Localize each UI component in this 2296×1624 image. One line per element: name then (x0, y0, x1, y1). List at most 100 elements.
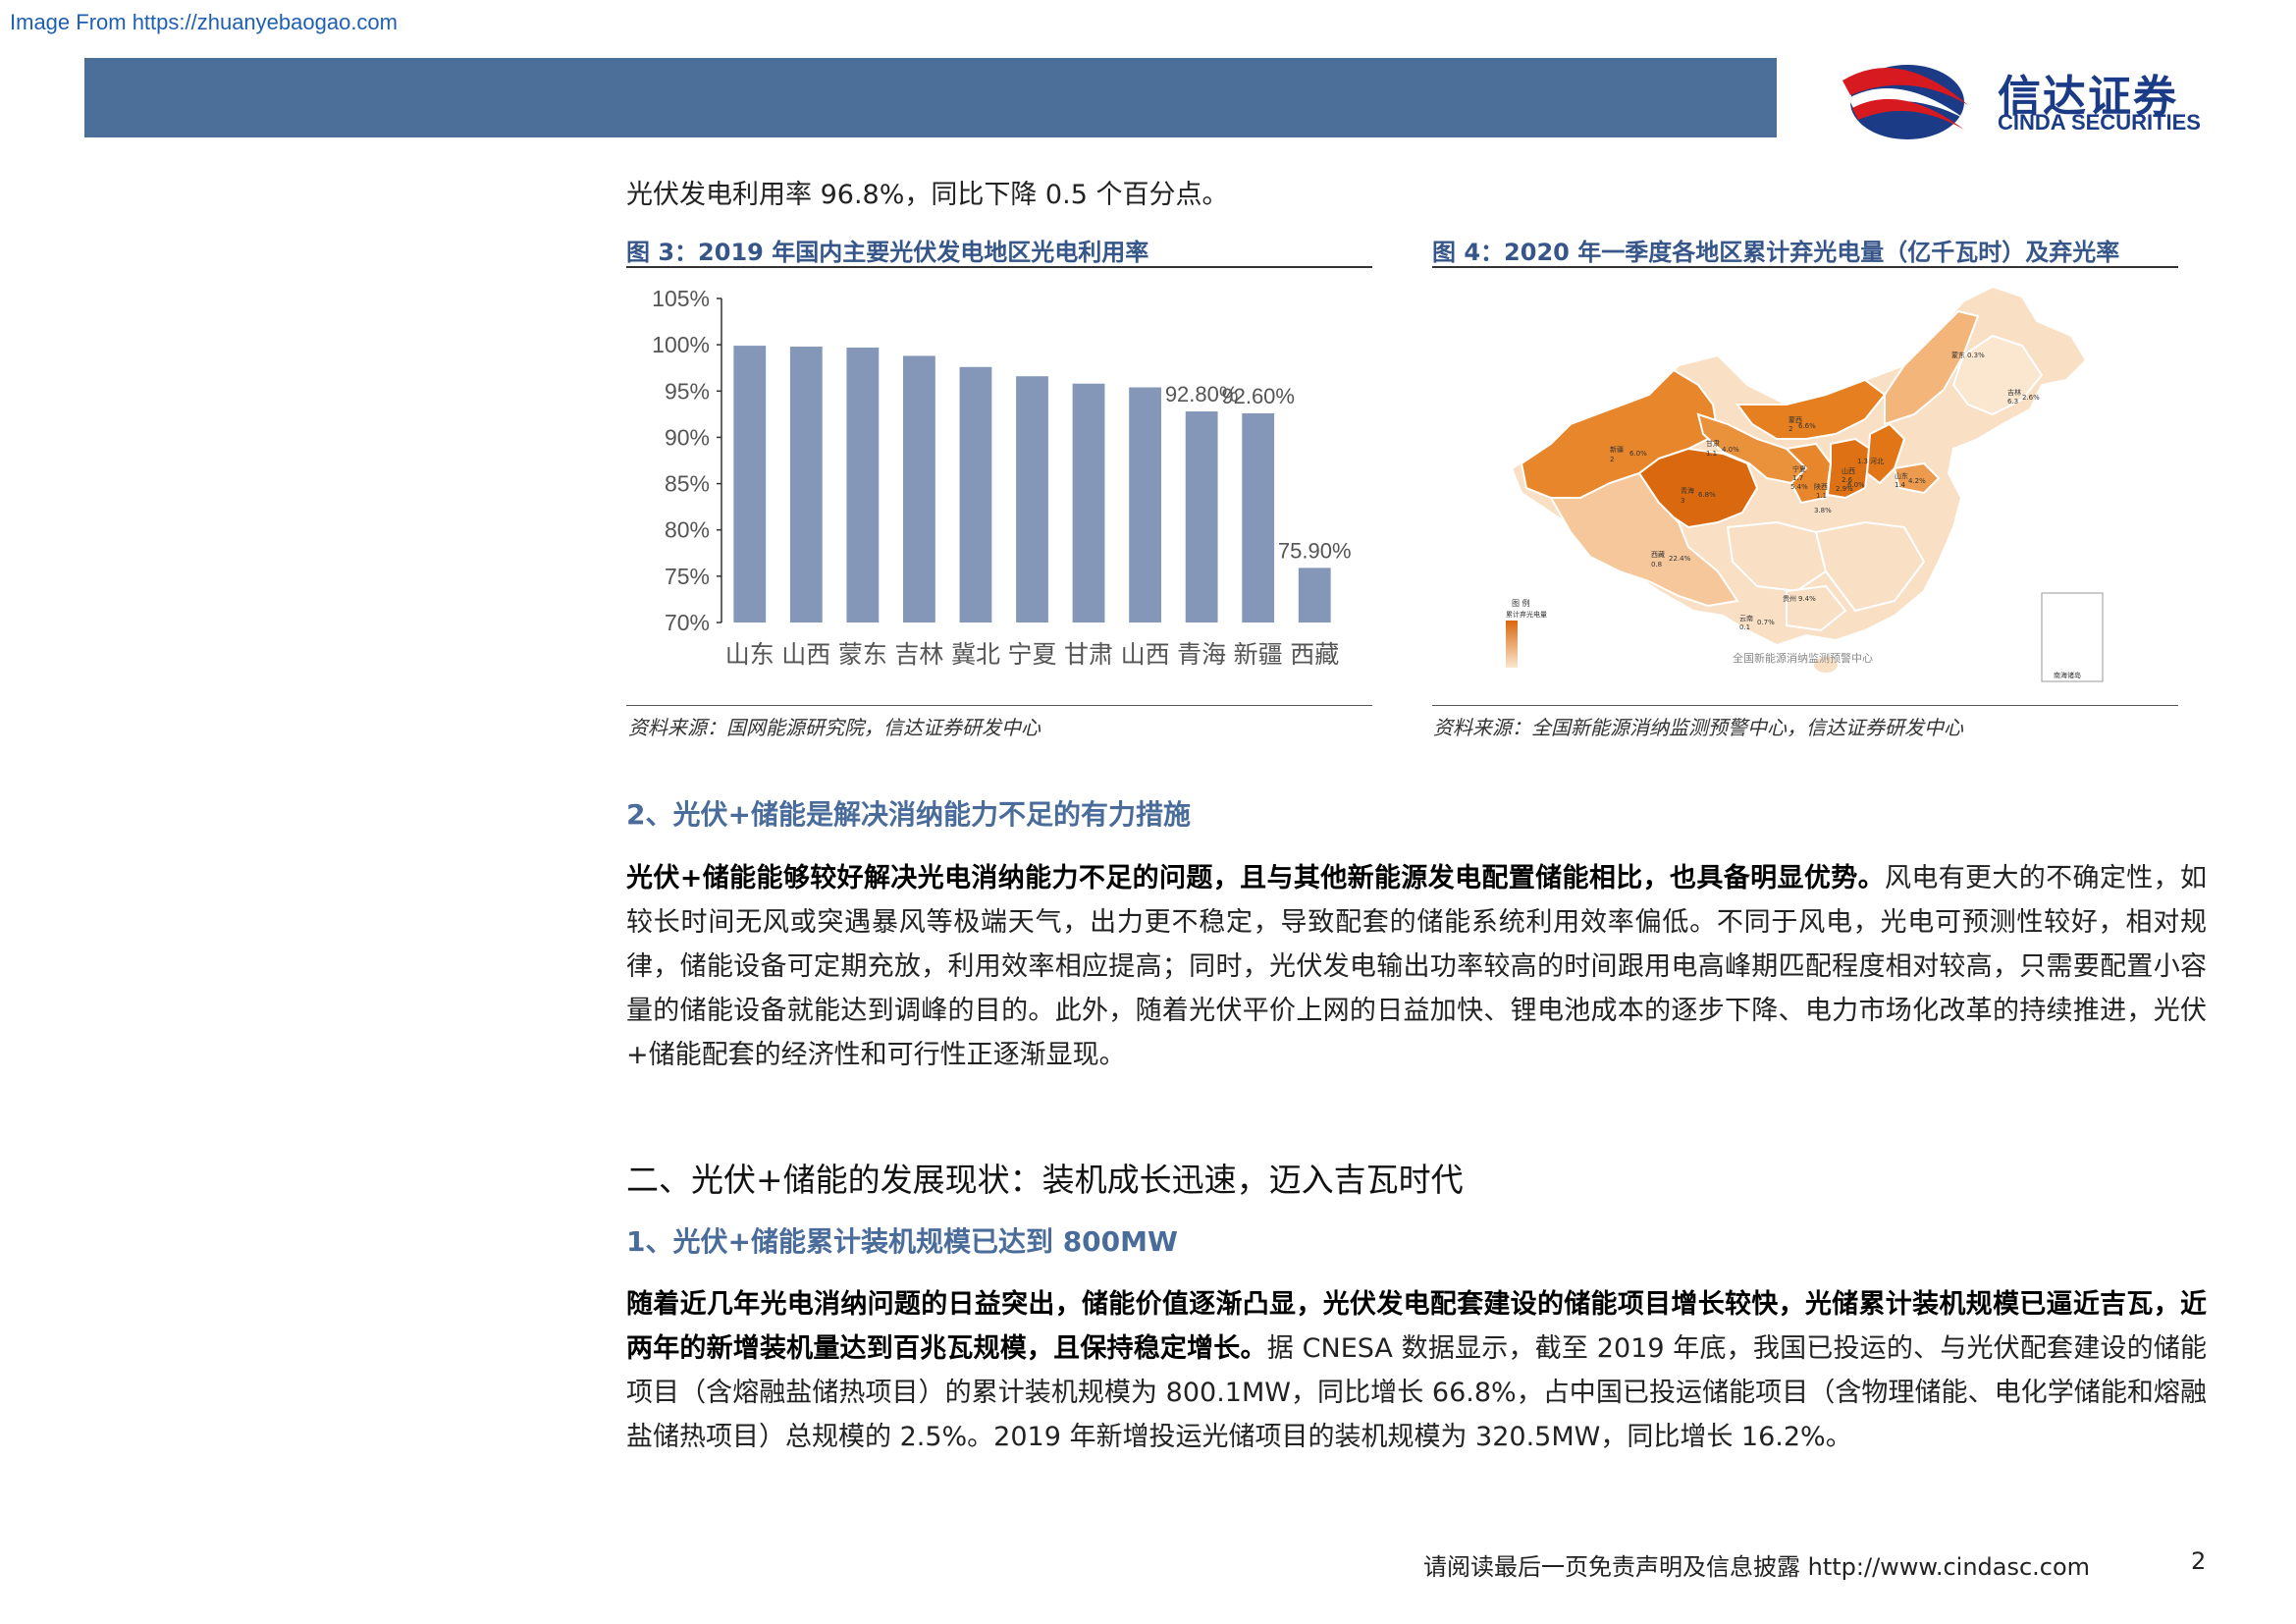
cinda-logo: 信达证券 CINDA SECURITIES (1841, 51, 2233, 149)
map-value-gansu: 1.1 (1706, 450, 1717, 458)
map-label-hebei: 河北 (1870, 458, 1884, 465)
map-label-ningxia: 宁夏 (1792, 464, 1806, 473)
bar (959, 366, 992, 623)
map-value-shandong: 1.4 (1895, 481, 1906, 489)
bar (1129, 387, 1161, 623)
map-rate-ningxia: 5.4% (1790, 483, 1808, 491)
x-tick-label: 吉林 (894, 640, 943, 669)
paragraph-1-bold: 光伏+储能能够较好解决光电消纳能力不足的问题，且与其他新能源发电配置储能相比，也… (626, 863, 1885, 893)
map-legend-title: 图 例 (1512, 598, 1530, 608)
bar (1185, 411, 1218, 623)
x-tick-label: 山西 (1121, 640, 1170, 669)
x-tick-label: 青海 (1177, 640, 1226, 669)
y-tick-label: 85% (665, 471, 710, 497)
x-tick-label: 宁夏 (1007, 640, 1056, 669)
figure3-bottom-rule (626, 705, 1372, 706)
map-rate-hebei: 6.0% (1847, 481, 1865, 489)
header-bar (84, 58, 1777, 137)
china-curtailment-map: 新疆 2 6.0% 甘肃 1.1 4.0% 青海 3 6.8% 西藏 0.8 2… (1492, 277, 2120, 699)
map-rate-jilin: 2.6% (2022, 394, 2040, 402)
china-map-graphic: 新疆 2 6.0% 甘肃 1.1 4.0% 青海 3 6.8% 西藏 0.8 2… (1506, 285, 2104, 682)
y-tick-label: 70% (665, 610, 710, 635)
map-watermark: 全国新能源消纳监测预警中心 (1733, 651, 1873, 665)
x-tick-label: 西藏 (1290, 640, 1339, 669)
x-tick-label: 山西 (781, 640, 830, 669)
section-2-heading: 2、光伏+储能是解决消纳能力不足的有力措施 (626, 798, 1191, 831)
bar (846, 347, 880, 623)
map-label-jilin: 吉林 (2007, 388, 2021, 397)
map-label-qinghai: 青海 (1681, 486, 1694, 495)
paragraph-2: 随着近几年光电消纳问题的日益突出，储能价值逐渐凸显，光伏发电配套建设的储能项目增… (626, 1282, 2207, 1459)
figure4-title: 图 4：2020 年一季度各地区累计弃光电量（亿千瓦时）及弃光率 (1432, 239, 2120, 266)
y-tick-label: 80% (665, 517, 710, 543)
figure3-source: 资料来源：国网能源研究院，信达证券研发中心 (628, 716, 1041, 739)
bar (789, 347, 823, 623)
figure4-source: 资料来源：全国新能源消纳监测预警中心，信达证券研发中心 (1433, 716, 1963, 739)
map-label-yunnan: 云南 (1739, 614, 1753, 623)
y-tick-label: 105% (652, 286, 710, 311)
figure3-title: 图 3：2019 年国内主要光伏发电地区光电利用率 (626, 239, 1149, 266)
logo-en: CINDA SECURITIES (1998, 110, 2201, 135)
inset-label: 南海诸岛 (2054, 671, 2081, 679)
utilization-bar-chart: 105%100%95%90%85%80%75%70%山东 山西 蒙东 吉林 冀北 宁夏 甘肃… (652, 286, 1352, 669)
x-tick-label: 甘肃 (1064, 640, 1113, 669)
map-label-guizhou: 贵州 (1783, 594, 1796, 603)
bar (1242, 412, 1275, 623)
x-tick-label: 新疆 (1234, 640, 1283, 669)
chapter-heading: 二、光伏+储能的发展现状：装机成长迅速，迈入吉瓦时代 (626, 1161, 1464, 1199)
map-value-qinghai: 3 (1681, 497, 1684, 505)
paragraph-1: 光伏+储能能够较好解决光电消纳能力不足的问题，且与其他新能源发电配置储能相比，也… (626, 856, 2207, 1077)
map-value-hebei: 1.3 (1857, 458, 1868, 465)
map-legend-subtitle: 累计弃光电量 (1506, 610, 1547, 619)
bar (903, 355, 935, 623)
south-sea-inset (2041, 592, 2104, 682)
map-rate-yunnan: 0.7% (1757, 619, 1775, 626)
map-label-xizang: 西藏 (1651, 550, 1665, 559)
map-rate-mengxi: 6.6% (1798, 422, 1816, 430)
x-tick-label: 山东 (725, 640, 774, 669)
intro-text: 光伏发电利用率 96.8%，同比下降 0.5 个百分点。 (626, 180, 1229, 210)
map-label-shaanxi: 陕西 (1814, 482, 1828, 491)
map-legend: 图 例 累计弃光电量 (1506, 598, 1547, 668)
x-tick-label: 冀北 (951, 640, 1000, 669)
figure3-top-rule (626, 266, 1372, 268)
map-label-gansu: 甘肃 (1706, 439, 1720, 448)
map-rate-xizang: 22.4% (1669, 555, 1691, 563)
map-value-jilin: 6.3 (2007, 398, 2018, 406)
map-rate-shandong: 4.2% (1908, 477, 1926, 485)
map-value-yunnan: 0.1 (1739, 623, 1750, 631)
figure4-bottom-rule (1432, 705, 2178, 706)
source-link[interactable]: Image From https://zhuanyebaogao.com (10, 10, 398, 35)
page-number: 2 (2191, 1547, 2207, 1575)
map-value-xizang: 0.8 (1651, 561, 1662, 568)
bar (1016, 376, 1048, 623)
figure4-top-rule (1432, 266, 2178, 268)
map-rate-qinghai: 6.8% (1698, 491, 1716, 499)
map-rate-guizhou: 9.4% (1798, 595, 1816, 603)
y-tick-label: 95% (665, 378, 710, 404)
bar (1298, 568, 1331, 623)
section-1-heading: 1、光伏+储能累计装机规模已达到 800MW (626, 1225, 1178, 1258)
y-tick-label: 75% (665, 564, 710, 589)
map-rate-shaanxi: 3.8% (1814, 507, 1832, 514)
y-tick-label: 100% (652, 332, 710, 357)
map-label-shanxi: 山西 (1842, 466, 1855, 475)
x-tick-label: 蒙东 (838, 640, 887, 669)
data-label: 92.60% (1221, 384, 1295, 408)
bar (1072, 383, 1105, 623)
map-value-mengxi: 2 (1789, 425, 1792, 433)
map-label-mengdong: 蒙东 (1951, 351, 1965, 359)
map-value-ningxia: 1.7 (1792, 474, 1803, 482)
map-rate-xinjiang: 6.0% (1629, 450, 1647, 458)
cinda-swoosh-icon (1842, 65, 1968, 139)
map-value-xinjiang: 2 (1610, 456, 1614, 463)
y-tick-label: 90% (665, 424, 710, 450)
data-label: 75.90% (1278, 538, 1352, 563)
footer-disclaimer: 请阅读最后一页免责声明及信息披露 http://www.cindasc.com (1423, 1553, 2091, 1581)
map-label-shandong: 山东 (1895, 471, 1908, 480)
map-rate-mengdong: 0.3% (1967, 352, 1985, 359)
paragraph-1-rest: 风电有更大的不确定性，如较长时间无风或突遇暴风等极端天气，出力更不稳定，导致配套… (626, 863, 2208, 1070)
map-rate-gansu: 4.0% (1722, 446, 1739, 454)
bar (733, 346, 767, 623)
map-label-xinjiang: 新疆 (1610, 445, 1624, 454)
